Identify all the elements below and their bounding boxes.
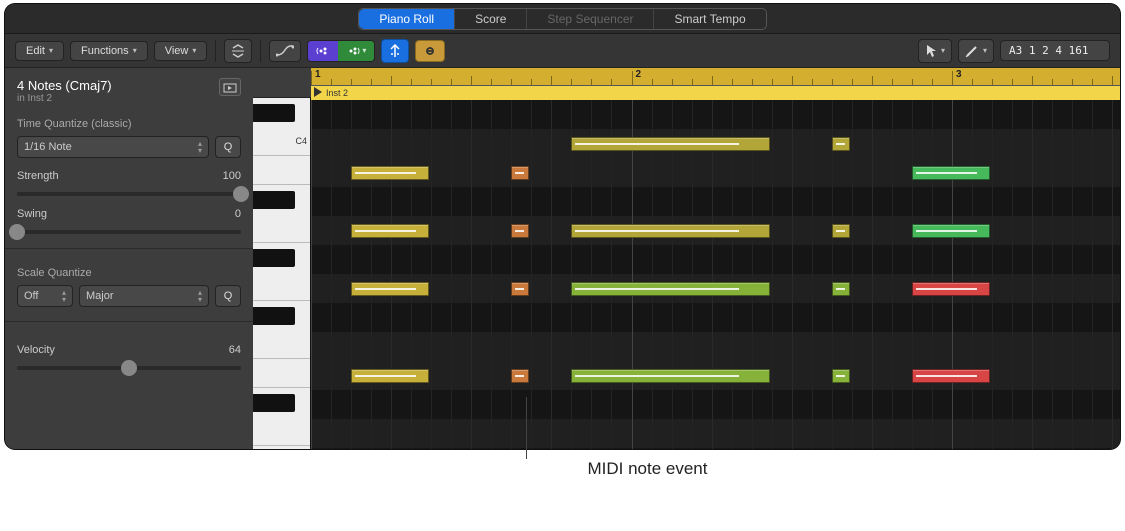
region-name: Inst 2	[326, 88, 348, 98]
time-ruler[interactable]: 123	[311, 68, 1120, 86]
scale-type-select[interactable]: Major▴▾	[79, 285, 209, 307]
midi-note[interactable]	[351, 369, 429, 383]
velocity-slider[interactable]	[17, 366, 241, 370]
midi-note[interactable]	[832, 369, 850, 383]
time-quantize-select[interactable]: 1/16 Note ▴▾	[17, 136, 209, 158]
midi-note[interactable]	[571, 224, 769, 238]
time-quantize-label: Time Quantize (classic)	[17, 118, 241, 130]
position-readout: A3 1 2 4 161	[1000, 40, 1110, 61]
playhead-icon	[313, 86, 323, 100]
link-icon[interactable]	[415, 40, 445, 62]
midi-note[interactable]	[511, 224, 529, 238]
midi-in-icon[interactable]	[308, 41, 338, 61]
note-grid[interactable]	[311, 100, 1120, 449]
scale-quantize-label: Scale Quantize	[17, 267, 241, 279]
tab-smart-tempo[interactable]: Smart Tempo	[654, 9, 765, 29]
inspector-panel: 4 Notes (Cmaj7) in Inst 2 Time Quantize …	[5, 68, 253, 449]
midi-note[interactable]	[511, 369, 529, 383]
strength-value: 100	[223, 170, 241, 182]
edit-menu[interactable]: Edit▾	[15, 41, 64, 61]
midi-note[interactable]	[511, 282, 529, 296]
midi-note[interactable]	[912, 224, 990, 238]
callout-line	[526, 397, 527, 459]
collapse-icon[interactable]	[224, 39, 252, 63]
midi-note[interactable]	[511, 166, 529, 180]
midi-note[interactable]	[571, 369, 769, 383]
midi-note[interactable]	[351, 282, 429, 296]
swing-value: 0	[235, 208, 241, 220]
midi-activity-group[interactable]: ▾	[307, 40, 375, 62]
automation-curve-icon[interactable]	[269, 40, 301, 62]
swing-slider[interactable]	[17, 230, 241, 234]
piano-roll-window: Piano Roll Score Step Sequencer Smart Te…	[5, 4, 1120, 449]
midi-note[interactable]	[571, 137, 769, 151]
strength-slider[interactable]	[17, 192, 241, 196]
tab-piano-roll[interactable]: Piano Roll	[359, 9, 455, 29]
midi-note[interactable]	[832, 282, 850, 296]
strength-label: Strength	[17, 170, 59, 182]
piano-roll-editor: C4C3 123 Inst 2	[253, 68, 1120, 449]
scale-root-select[interactable]: Off▴▾	[17, 285, 73, 307]
midi-note[interactable]	[912, 166, 990, 180]
view-menu[interactable]: View▾	[154, 41, 208, 61]
catch-playhead-icon[interactable]	[381, 39, 409, 63]
toolbar: Edit▾ Functions▾ View▾ ▾ ▾	[5, 34, 1120, 68]
midi-note[interactable]	[351, 166, 429, 180]
quantize-button[interactable]: Q	[215, 136, 241, 158]
selection-subtitle: in Inst 2	[17, 93, 112, 104]
pointer-tool-icon[interactable]: ▾	[918, 39, 952, 63]
velocity-value: 64	[229, 344, 241, 356]
midi-note[interactable]	[912, 282, 990, 296]
midi-note[interactable]	[832, 137, 850, 151]
selection-title: 4 Notes (Cmaj7)	[17, 78, 112, 93]
functions-menu[interactable]: Functions▾	[70, 41, 148, 61]
catch-content-icon[interactable]	[219, 78, 241, 96]
velocity-label: Velocity	[17, 344, 55, 356]
region-header[interactable]: Inst 2	[311, 86, 1120, 100]
midi-note[interactable]	[832, 224, 850, 238]
annotation-label: MIDI note event	[175, 459, 1120, 479]
tab-step-sequencer: Step Sequencer	[527, 9, 654, 29]
tab-score[interactable]: Score	[455, 9, 527, 29]
editor-tabs: Piano Roll Score Step Sequencer Smart Te…	[5, 4, 1120, 34]
scale-quantize-button[interactable]: Q	[215, 285, 241, 307]
pencil-tool-icon[interactable]: ▾	[958, 39, 994, 63]
midi-note[interactable]	[571, 282, 769, 296]
swing-label: Swing	[17, 208, 47, 220]
midi-note[interactable]	[912, 369, 990, 383]
midi-note[interactable]	[351, 224, 429, 238]
midi-out-icon[interactable]: ▾	[338, 41, 374, 61]
piano-keyboard[interactable]: C4C3	[253, 98, 311, 449]
